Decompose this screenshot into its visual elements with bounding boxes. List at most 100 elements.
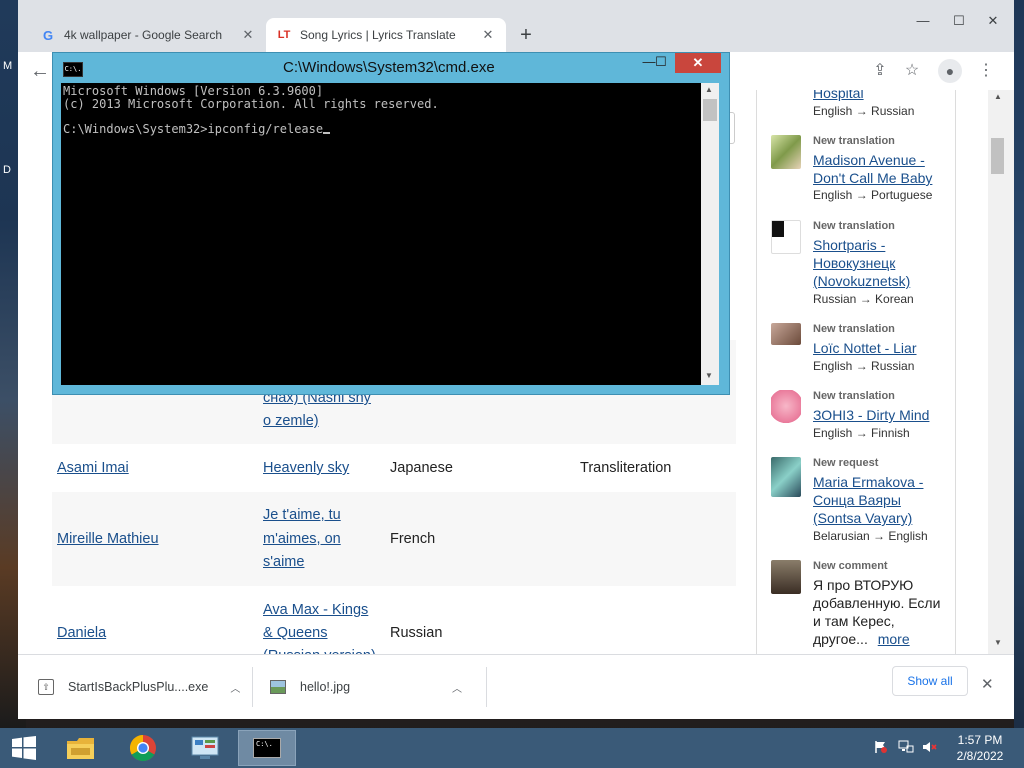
- download-filename: hello!.jpg: [300, 680, 351, 694]
- comment-line: добавленную. Если: [813, 595, 941, 611]
- feed-title-link[interactable]: Madison Avenue - Don't Call Me Baby: [813, 151, 953, 187]
- minimize-button[interactable]: —: [908, 10, 938, 32]
- cmd-taskbar-button[interactable]: C:\.: [238, 730, 296, 766]
- tab-lyrics-translate[interactable]: LT Song Lyrics | Lyrics Translate ✕: [266, 18, 506, 52]
- song-link[interactable]: (Russian version): [263, 645, 376, 654]
- console-scrollbar-thumb[interactable]: [703, 99, 717, 121]
- user-avatar[interactable]: [771, 323, 801, 345]
- feed-kind: New translation: [813, 323, 895, 335]
- feed-title-link[interactable]: Maria Ermakova - Сонца Ваяры (Sontsa Vayar…: [813, 473, 953, 527]
- type-cell: Transliteration: [580, 460, 672, 476]
- title-line: Сонца Ваяры: [813, 492, 901, 508]
- song-link[interactable]: s'aime: [263, 551, 304, 574]
- page-scrollbar[interactable]: [988, 90, 1014, 654]
- feed-title-link[interactable]: Loïc Nottet - Liar: [813, 339, 953, 357]
- language-cell: Japanese: [390, 460, 453, 476]
- language-cell: French: [390, 531, 436, 547]
- system-clock[interactable]: 1:57 PM 2/8/2022: [950, 732, 1010, 764]
- scroll-down-arrow-icon[interactable]: ▼: [705, 371, 713, 380]
- song-link[interactable]: Ava Max - Kings: [263, 599, 368, 622]
- user-avatar[interactable]: [771, 135, 801, 169]
- console-output[interactable]: Microsoft Windows [Version 6.3.9600] (c)…: [61, 83, 701, 385]
- back-arrow-icon[interactable]: ←: [28, 60, 52, 82]
- tab-title: Song Lyrics | Lyrics Translate: [300, 28, 456, 42]
- close-downloads-icon[interactable]: ✕: [981, 675, 994, 693]
- title-line: Новокузнецк: [813, 255, 896, 271]
- profile-avatar-icon[interactable]: ●: [938, 59, 962, 83]
- control-panel-icon: [191, 736, 219, 759]
- chrome-taskbar-button[interactable]: [114, 730, 172, 766]
- divider: [252, 667, 253, 707]
- download-item[interactable]: ⇧ StartIsBackPlusPlu....exe ︿: [38, 667, 248, 707]
- windows-logo-icon: [12, 736, 36, 760]
- tab-google-search[interactable]: G 4k wallpaper - Google Search ✕: [30, 18, 266, 52]
- user-avatar[interactable]: [771, 220, 801, 254]
- share-icon[interactable]: ⇪: [868, 60, 892, 82]
- scroll-down-arrow-icon[interactable]: ▼: [994, 638, 1002, 647]
- feed-title-link[interactable]: Shortparis - Новокузнецк (Novokuznetsk): [813, 236, 953, 290]
- feed-kind: New translation: [813, 220, 895, 232]
- feed-item: New request Maria Ermakova - Сонца Ваяры (…: [771, 457, 951, 545]
- clock-time: 1:57 PM: [957, 733, 1003, 747]
- file-explorer-taskbar-button[interactable]: [52, 730, 110, 766]
- downloads-bar: ⇧ StartIsBackPlusPlu....exe ︿ hello!.jpg…: [18, 654, 1014, 719]
- user-avatar[interactable]: [771, 560, 801, 594]
- installer-icon: ⇧: [38, 679, 54, 695]
- action-center-flag-icon[interactable]: [874, 740, 888, 754]
- console-scrollbar[interactable]: ▲ ▼: [701, 83, 719, 385]
- user-avatar[interactable]: [771, 390, 801, 430]
- feed-language-pair: English → Portuguese: [813, 188, 933, 202]
- feed-kind: New translation: [813, 390, 895, 402]
- feed-language-pair: English → Russian: [813, 104, 915, 118]
- table-row: Daniela Ava Max - Kings & Queens (Russia…: [52, 586, 736, 654]
- cmd-close-button[interactable]: ✕: [675, 53, 721, 73]
- artist-link[interactable]: Daniela: [57, 622, 106, 645]
- download-item[interactable]: hello!.jpg ︿: [270, 667, 480, 707]
- song-link[interactable]: m'aimes, on: [263, 528, 341, 551]
- artist-link[interactable]: Mireille Mathieu: [57, 528, 159, 551]
- feed-item: New translation Loïc Nottet - Liar Engli…: [771, 323, 951, 375]
- table-row: Asami Imai Heavenly sky Japanese Transli…: [52, 444, 736, 492]
- page-scrollbar-thumb[interactable]: [991, 138, 1004, 174]
- clock-date: 2/8/2022: [956, 749, 1004, 763]
- new-tab-button[interactable]: +: [514, 24, 538, 48]
- cmd-title: C:\Windows\System32\cmd.exe: [283, 59, 495, 76]
- download-filename: StartIsBackPlusPlu....exe: [68, 680, 209, 694]
- network-icon[interactable]: [898, 740, 914, 754]
- cmd-icon: C:\.: [63, 62, 83, 77]
- song-link[interactable]: & Queens: [263, 622, 328, 645]
- chevron-up-icon[interactable]: ︿: [230, 680, 240, 695]
- text-cursor: [323, 132, 331, 134]
- language-cell: Russian: [390, 625, 443, 641]
- desktop-icon-label[interactable]: D: [3, 164, 11, 176]
- close-tab-icon[interactable]: ✕: [240, 27, 256, 43]
- control-panel-taskbar-button[interactable]: [176, 730, 234, 766]
- start-button[interactable]: [0, 730, 48, 766]
- scroll-up-arrow-icon[interactable]: ▲: [994, 92, 1002, 101]
- title-line: Shortparis -: [813, 237, 886, 253]
- close-tab-icon[interactable]: ✕: [480, 27, 496, 43]
- maximize-button[interactable]: ☐: [944, 10, 974, 32]
- cmd-icon: C:\.: [253, 738, 281, 758]
- song-link[interactable]: Je t'aime, tu: [263, 504, 341, 527]
- menu-kebab-icon[interactable]: ⋮: [974, 60, 998, 82]
- bookmark-star-icon[interactable]: ☆: [900, 60, 924, 82]
- artist-link[interactable]: Asami Imai: [57, 457, 129, 480]
- show-all-downloads-button[interactable]: Show all: [892, 666, 968, 696]
- desktop-icon-label[interactable]: M: [3, 60, 12, 72]
- console-prompt-line: C:\Windows\System32>ipconfig/release: [63, 121, 324, 136]
- chevron-up-icon[interactable]: ︿: [452, 680, 462, 695]
- feed-language-pair: English → Finnish: [813, 426, 910, 440]
- cmd-window: C:\. C:\Windows\System32\cmd.exe — ☐ ✕ M…: [52, 52, 730, 395]
- feed-item: New translation Shortparis - Новокузнецк (…: [771, 220, 951, 308]
- song-link[interactable]: o zemle): [263, 410, 319, 433]
- song-link[interactable]: Heavenly sky: [263, 457, 349, 480]
- user-avatar[interactable]: [771, 457, 801, 497]
- volume-muted-icon[interactable]: [922, 740, 938, 754]
- feed-title-link[interactable]: ЗОНІ3 - Dirty Mind: [813, 406, 953, 424]
- scroll-up-arrow-icon[interactable]: ▲: [705, 85, 713, 94]
- close-window-button[interactable]: ✕: [978, 10, 1008, 32]
- comment-line: другое...: [813, 631, 868, 647]
- feed-title-link[interactable]: Hospital: [813, 90, 953, 102]
- more-link[interactable]: more: [878, 631, 910, 647]
